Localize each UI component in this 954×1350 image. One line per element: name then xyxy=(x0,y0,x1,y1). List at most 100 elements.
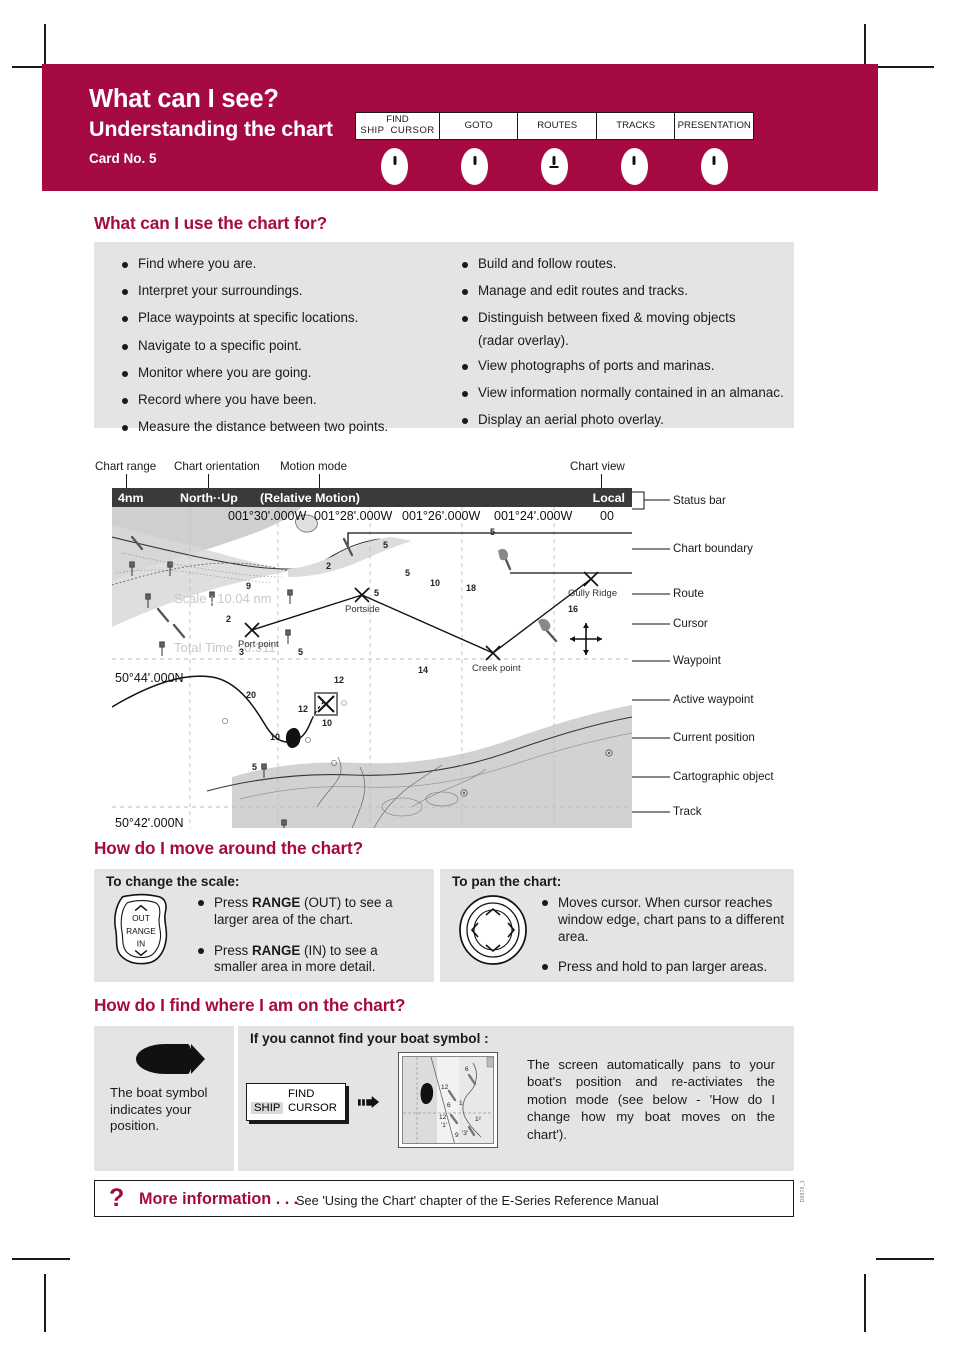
button-indicator-icon xyxy=(712,156,716,165)
callout-motion-mode: Motion mode xyxy=(280,460,348,473)
svg-text:12: 12 xyxy=(439,1114,447,1121)
svg-text:'3': '3' xyxy=(462,1130,468,1137)
softkey-presentation-label: PRESENTATION xyxy=(677,119,751,131)
svg-text:5: 5 xyxy=(252,762,257,772)
chart-canvas[interactable]: Scale : 10.04 nm Total Time : 0.311 001°… xyxy=(112,507,632,828)
leader-line-motion-mode xyxy=(319,474,320,489)
softkey-strip: FIND SHIP CURSOR GOTO ROUTES TRACKS PRES… xyxy=(355,112,754,140)
list-item-label: Navigate to a specific point. xyxy=(138,337,302,353)
softkey-find-ship-cursor[interactable]: FIND SHIP CURSOR xyxy=(356,113,439,139)
softkey-routes[interactable]: ROUTES xyxy=(517,113,596,139)
crop-mark-bottom-left-h xyxy=(12,1258,70,1260)
button-indicator-icon xyxy=(632,156,636,165)
list-item-label: Interpret your surroundings. xyxy=(138,283,303,299)
list-item-label-pre: Press xyxy=(214,895,252,910)
callout-chart-range: Chart range xyxy=(95,460,157,473)
softkey-tracks[interactable]: TRACKS xyxy=(595,113,675,139)
latitude-label: 50°42'.000N xyxy=(115,816,184,828)
chart-status-bar: 4nm North··Up (Relative Motion) Local xyxy=(112,488,632,507)
list-item: Measure the distance between two points. xyxy=(118,420,438,434)
crop-mark-top-right-h xyxy=(876,66,934,68)
hardware-button-goto[interactable] xyxy=(461,148,489,185)
list-item: Press and hold to pan larger areas. xyxy=(538,959,788,976)
bullet-icon xyxy=(462,262,468,268)
list-item: Place waypoints at specific locations. xyxy=(118,311,438,325)
range-key-name: RANGE xyxy=(251,942,301,958)
quick-reference-card: What can I see? Understanding the chart … xyxy=(0,0,954,1350)
svg-text:5: 5 xyxy=(490,527,495,537)
hardware-button-routes[interactable] xyxy=(540,148,568,185)
boat-symbol-icon xyxy=(136,1044,205,1074)
section-heading-find-position: How do I find where I am on the chart? xyxy=(94,995,406,1015)
mini-chart-thumbnail: 6 12 6 1 12 '1' 1² 9 '3' xyxy=(398,1052,498,1148)
svg-text:5: 5 xyxy=(383,540,388,550)
list-item-label: Find where you are. xyxy=(138,256,257,271)
hardware-button-find-ship-cursor[interactable] xyxy=(381,148,409,185)
list-item-label: Press and hold to pan larger areas. xyxy=(558,958,768,974)
list-item-label: View information normally contained in a… xyxy=(478,385,784,401)
list-item: View information normally contained in a… xyxy=(458,385,798,401)
bullet-icon xyxy=(198,947,204,954)
leader-line-chart-view xyxy=(601,474,602,489)
chart-display[interactable]: 4nm North··Up (Relative Motion) Local Sc… xyxy=(112,488,632,828)
list-item: Find where you are. xyxy=(118,256,438,271)
list-item-label: Moves cursor. When cursor reaches window… xyxy=(558,895,785,944)
boat-symbol-caption: The boat symbol indicates your position. xyxy=(110,1085,208,1133)
longitude-label: 001°30'.000W xyxy=(228,509,306,523)
bullet-icon xyxy=(122,398,128,405)
range-keypad-icon[interactable]: OUT RANGE IN xyxy=(110,893,172,965)
hardware-button-tracks[interactable] xyxy=(620,148,648,185)
crop-mark-bottom-left-v xyxy=(44,1274,46,1332)
svg-text:10: 10 xyxy=(430,578,440,588)
svg-text:5: 5 xyxy=(405,568,410,578)
question-mark-icon: ? xyxy=(109,1184,125,1212)
callout-leader-lines xyxy=(632,491,670,813)
bullet-icon xyxy=(122,343,128,350)
callout-chart-orientation: Chart orientation xyxy=(174,460,260,473)
longitude-label: 001°24'.000W xyxy=(494,509,572,523)
find-ship-cursor-button[interactable]: FIND SHIP CURSOR xyxy=(246,1083,346,1121)
button-underline-icon xyxy=(549,166,559,168)
softkey-ship-label: SHIP xyxy=(360,125,385,136)
softkey-goto[interactable]: GOTO xyxy=(438,113,518,139)
softkey-presentation[interactable]: PRESENTATION xyxy=(674,113,753,139)
hardware-button-presentation[interactable] xyxy=(700,148,728,185)
longitude-label: 00 xyxy=(600,509,614,523)
bullet-icon xyxy=(122,289,128,296)
list-item: Distinguish between fixed & moving objec… xyxy=(458,311,798,325)
svg-text:1: 1 xyxy=(459,1100,463,1107)
list-item-label: View photographs of ports and marinas. xyxy=(478,357,715,373)
bullet-icon xyxy=(122,316,128,323)
list-item-label: (radar overlay). xyxy=(478,332,569,348)
softkey-cursor-label: CURSOR xyxy=(390,125,435,136)
crop-mark-bottom-right-v xyxy=(864,1274,866,1332)
waypoint-name: Portside xyxy=(345,604,380,615)
svg-text:6: 6 xyxy=(465,1066,469,1073)
trackpad-icon[interactable] xyxy=(458,895,528,965)
hardware-button-row xyxy=(355,148,754,192)
svg-text:'1': '1' xyxy=(441,1122,447,1129)
document-code: D8976_1 xyxy=(800,1180,806,1203)
longitude-label: 001°26'.000W xyxy=(402,509,480,523)
page-subtitle: Understanding the chart xyxy=(89,117,333,141)
list-item: Press RANGE (OUT) to see a larger area o… xyxy=(194,895,424,929)
svg-text:2: 2 xyxy=(226,614,231,624)
list-item-label: Manage and edit routes and tracks. xyxy=(478,283,688,299)
page-title: What can I see? xyxy=(89,85,279,113)
leader-line-chart-orientation xyxy=(208,474,209,489)
range-key-out-label: OUT xyxy=(132,913,150,923)
status-chart-orientation: North··Up xyxy=(180,491,238,505)
svg-text:6: 6 xyxy=(447,1102,451,1109)
list-item: Monitor where you are going. xyxy=(118,365,438,380)
list-item-label: Display an aerial photo overlay. xyxy=(478,412,664,428)
longitude-label: 001°28'.000W xyxy=(314,509,392,523)
svg-text:10: 10 xyxy=(270,732,280,742)
list-item: Moves cursor. When cursor reaches window… xyxy=(538,895,788,946)
svg-text:12: 12 xyxy=(334,675,344,685)
svg-text:5: 5 xyxy=(374,588,379,598)
list-item-continuation: (radar overlay). xyxy=(458,332,798,348)
bullet-icon xyxy=(122,370,128,377)
list-item: Press RANGE (IN) to see a smaller area i… xyxy=(194,943,424,977)
bullet-icon xyxy=(462,289,468,296)
list-item: Interpret your surroundings. xyxy=(118,284,438,298)
